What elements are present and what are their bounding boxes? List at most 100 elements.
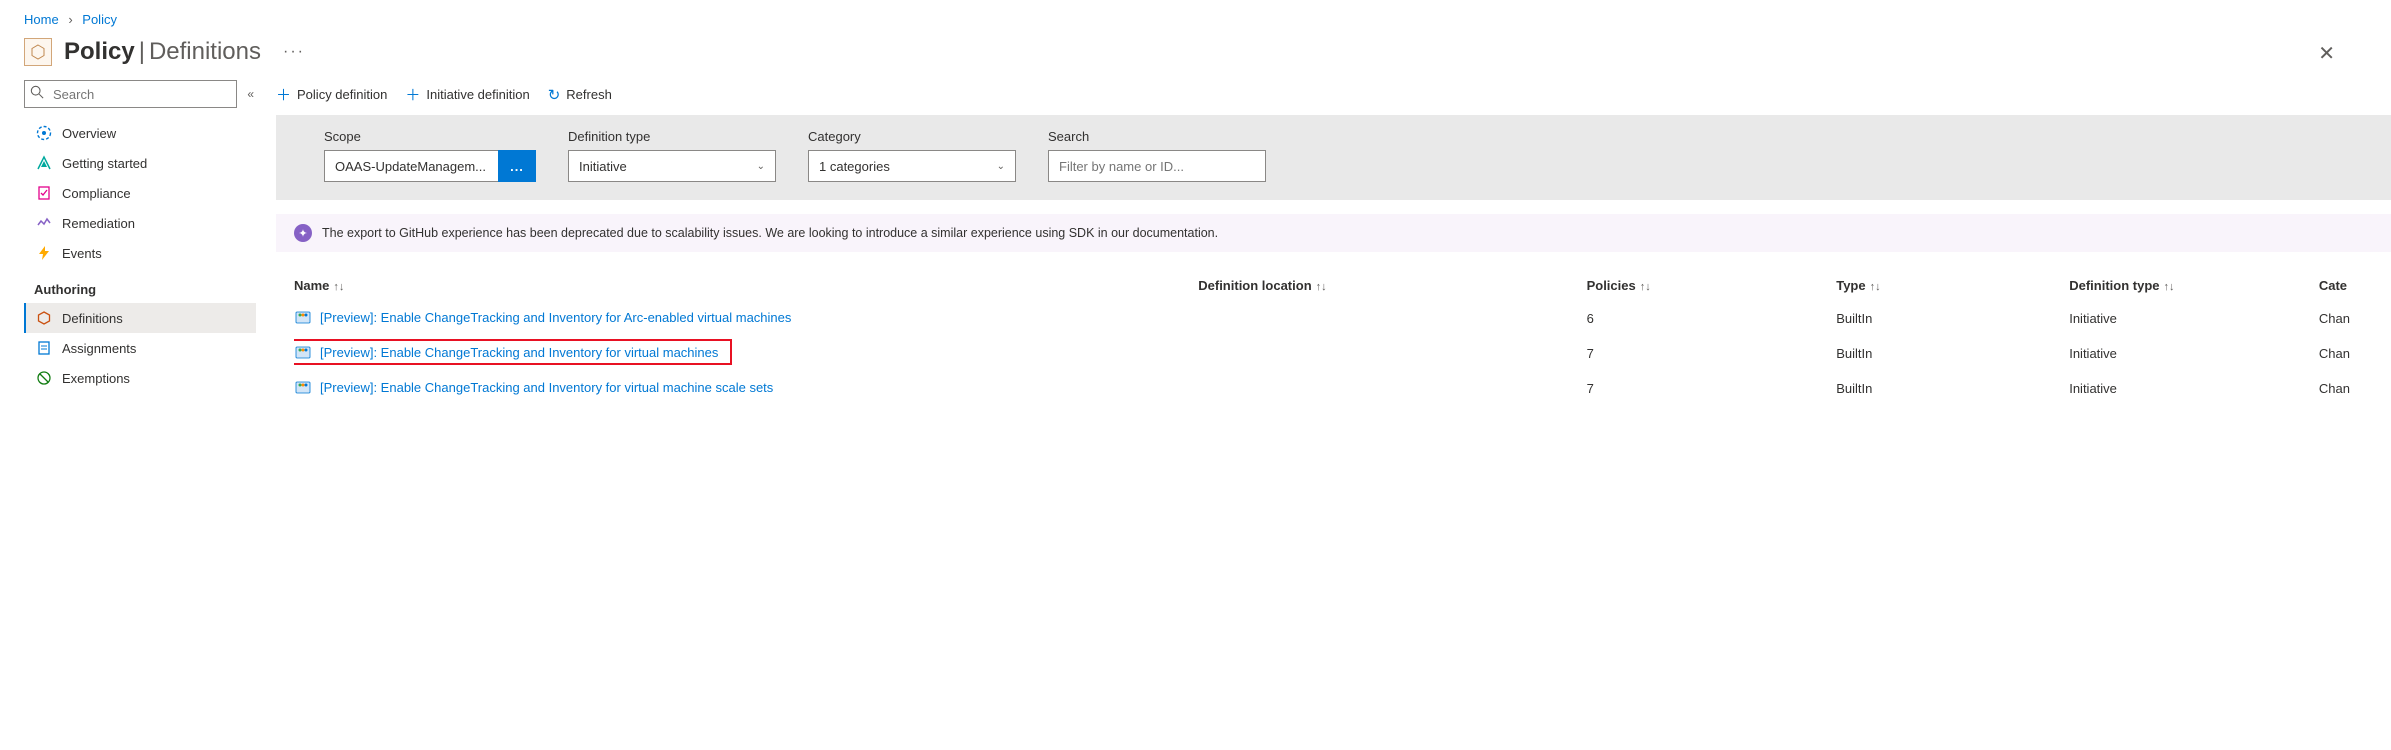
add-initiative-definition-button[interactable]: ＋ Initiative definition	[405, 84, 529, 105]
cell-category: Chan	[2319, 371, 2391, 406]
sidebar-item-assignments[interactable]: Assignments	[24, 333, 256, 363]
page-header: Policy|Definitions ··· ✕	[0, 35, 2391, 80]
policy-icon	[24, 38, 52, 66]
definition-type-dropdown[interactable]: Initiative ⌄	[568, 150, 776, 182]
compliance-icon	[36, 185, 52, 201]
cell-policies: 7	[1587, 371, 1837, 406]
close-button[interactable]: ✕	[2318, 37, 2367, 66]
cell-name: [Preview]: Enable ChangeTracking and Inv…	[294, 336, 1198, 371]
sort-icon: ↑↓	[1870, 281, 1881, 293]
sidebar-item-getting-started[interactable]: Getting started	[24, 148, 256, 178]
sidebar-search-input[interactable]	[24, 80, 237, 108]
sort-icon: ↑↓	[2164, 281, 2175, 293]
filter-label: Scope	[324, 129, 536, 144]
filter-search: Search	[1048, 129, 1266, 182]
cell-definition-type: Initiative	[2069, 371, 2319, 406]
collapse-sidebar-button[interactable]: «	[245, 85, 256, 103]
table-row[interactable]: [Preview]: Enable ChangeTracking and Inv…	[294, 371, 2391, 406]
breadcrumb-separator: ›	[68, 12, 72, 27]
cell-definition-type: Initiative	[2069, 301, 2319, 336]
cmd-label: Initiative definition	[426, 87, 529, 102]
plus-icon: ＋	[276, 84, 291, 105]
filter-bar: Scope OAAS-UpdateManagem... ... Definiti…	[276, 115, 2391, 200]
plus-icon: ＋	[405, 84, 420, 105]
sidebar-item-remediation[interactable]: Remediation	[24, 208, 256, 238]
more-actions-button[interactable]: ···	[283, 43, 305, 61]
cell-type: BuiltIn	[1836, 301, 2069, 336]
table-header-row: Name↑↓ Definition location↑↓ Policies↑↓ …	[294, 270, 2391, 301]
filter-search-input[interactable]	[1048, 150, 1266, 182]
sidebar-search[interactable]	[24, 80, 237, 108]
exemptions-icon	[36, 370, 52, 386]
page-title: Policy|Definitions	[64, 38, 261, 66]
sidebar-item-label: Compliance	[62, 186, 131, 201]
col-definition-type[interactable]: Definition type↑↓	[2069, 270, 2319, 301]
cell-policies: 6	[1587, 301, 1837, 336]
filter-scope: Scope OAAS-UpdateManagem... ...	[324, 129, 536, 182]
cell-location	[1198, 336, 1586, 371]
refresh-button[interactable]: ↻ Refresh	[548, 86, 612, 104]
cell-category: Chan	[2319, 336, 2391, 371]
cell-type: BuiltIn	[1836, 336, 2069, 371]
cell-category: Chan	[2319, 301, 2391, 336]
filter-label: Search	[1048, 129, 1266, 144]
dropdown-value: 1 categories	[819, 159, 890, 174]
definitions-icon	[36, 310, 52, 326]
breadcrumb-policy[interactable]: Policy	[82, 12, 117, 27]
chevron-down-icon: ⌄	[997, 161, 1005, 172]
breadcrumb: Home › Policy	[0, 0, 2391, 35]
cell-location	[1198, 301, 1586, 336]
col-category[interactable]: Cate	[2319, 270, 2391, 301]
cell-name: [Preview]: Enable ChangeTracking and Inv…	[294, 301, 1198, 336]
info-banner-text: The export to GitHub experience has been…	[322, 226, 1218, 240]
command-bar: ＋ Policy definition ＋ Initiative definit…	[276, 80, 2391, 115]
sidebar-item-label: Definitions	[62, 311, 123, 326]
scope-value: OAAS-UpdateManagem...	[335, 159, 486, 174]
sidebar-item-label: Remediation	[62, 216, 135, 231]
sidebar-item-definitions[interactable]: Definitions	[24, 303, 256, 333]
sidebar-item-label: Assignments	[62, 341, 136, 356]
sidebar-item-compliance[interactable]: Compliance	[24, 178, 256, 208]
cmd-label: Policy definition	[297, 87, 387, 102]
sidebar-section-authoring: Authoring	[24, 268, 256, 303]
page-title-main: Policy	[64, 38, 135, 65]
sidebar-item-exemptions[interactable]: Exemptions	[24, 363, 256, 393]
events-icon	[36, 245, 52, 261]
getting-started-icon	[36, 155, 52, 171]
table-row[interactable]: [Preview]: Enable ChangeTracking and Inv…	[294, 336, 2391, 371]
filter-label: Definition type	[568, 129, 776, 144]
add-policy-definition-button[interactable]: ＋ Policy definition	[276, 84, 387, 105]
col-type[interactable]: Type↑↓	[1836, 270, 2069, 301]
overview-icon	[36, 125, 52, 141]
refresh-icon: ↻	[548, 86, 561, 104]
breadcrumb-home[interactable]: Home	[24, 12, 59, 27]
cell-type: BuiltIn	[1836, 371, 2069, 406]
remediation-icon	[36, 215, 52, 231]
sort-icon: ↑↓	[1640, 281, 1651, 293]
col-policies[interactable]: Policies↑↓	[1587, 270, 1837, 301]
highlight-annotation: [Preview]: Enable ChangeTracking and Inv…	[294, 339, 732, 365]
cell-name: [Preview]: Enable ChangeTracking and Inv…	[294, 371, 1198, 406]
scope-picker-button[interactable]: ...	[498, 150, 536, 182]
sidebar-item-overview[interactable]: Overview	[24, 118, 256, 148]
definition-link[interactable]: [Preview]: Enable ChangeTracking and Inv…	[320, 310, 791, 325]
sidebar-item-label: Getting started	[62, 156, 147, 171]
sidebar-item-events[interactable]: Events	[24, 238, 256, 268]
assignments-icon	[36, 340, 52, 356]
scope-field[interactable]: OAAS-UpdateManagem...	[324, 150, 498, 182]
table-row[interactable]: [Preview]: Enable ChangeTracking and Inv…	[294, 301, 2391, 336]
chevron-down-icon: ⌄	[757, 161, 765, 172]
sort-icon: ↑↓	[333, 281, 344, 293]
sidebar-item-label: Events	[62, 246, 102, 261]
definition-link[interactable]: [Preview]: Enable ChangeTracking and Inv…	[320, 380, 773, 395]
cell-policies: 7	[1587, 336, 1837, 371]
filter-label: Category	[808, 129, 1016, 144]
definition-link[interactable]: [Preview]: Enable ChangeTracking and Inv…	[320, 345, 718, 360]
cell-location	[1198, 371, 1586, 406]
cell-definition-type: Initiative	[2069, 336, 2319, 371]
col-name[interactable]: Name↑↓	[294, 270, 1198, 301]
filter-category: Category 1 categories ⌄	[808, 129, 1016, 182]
category-dropdown[interactable]: 1 categories ⌄	[808, 150, 1016, 182]
col-definition-location[interactable]: Definition location↑↓	[1198, 270, 1586, 301]
info-banner: ✦ The export to GitHub experience has be…	[276, 214, 2391, 252]
